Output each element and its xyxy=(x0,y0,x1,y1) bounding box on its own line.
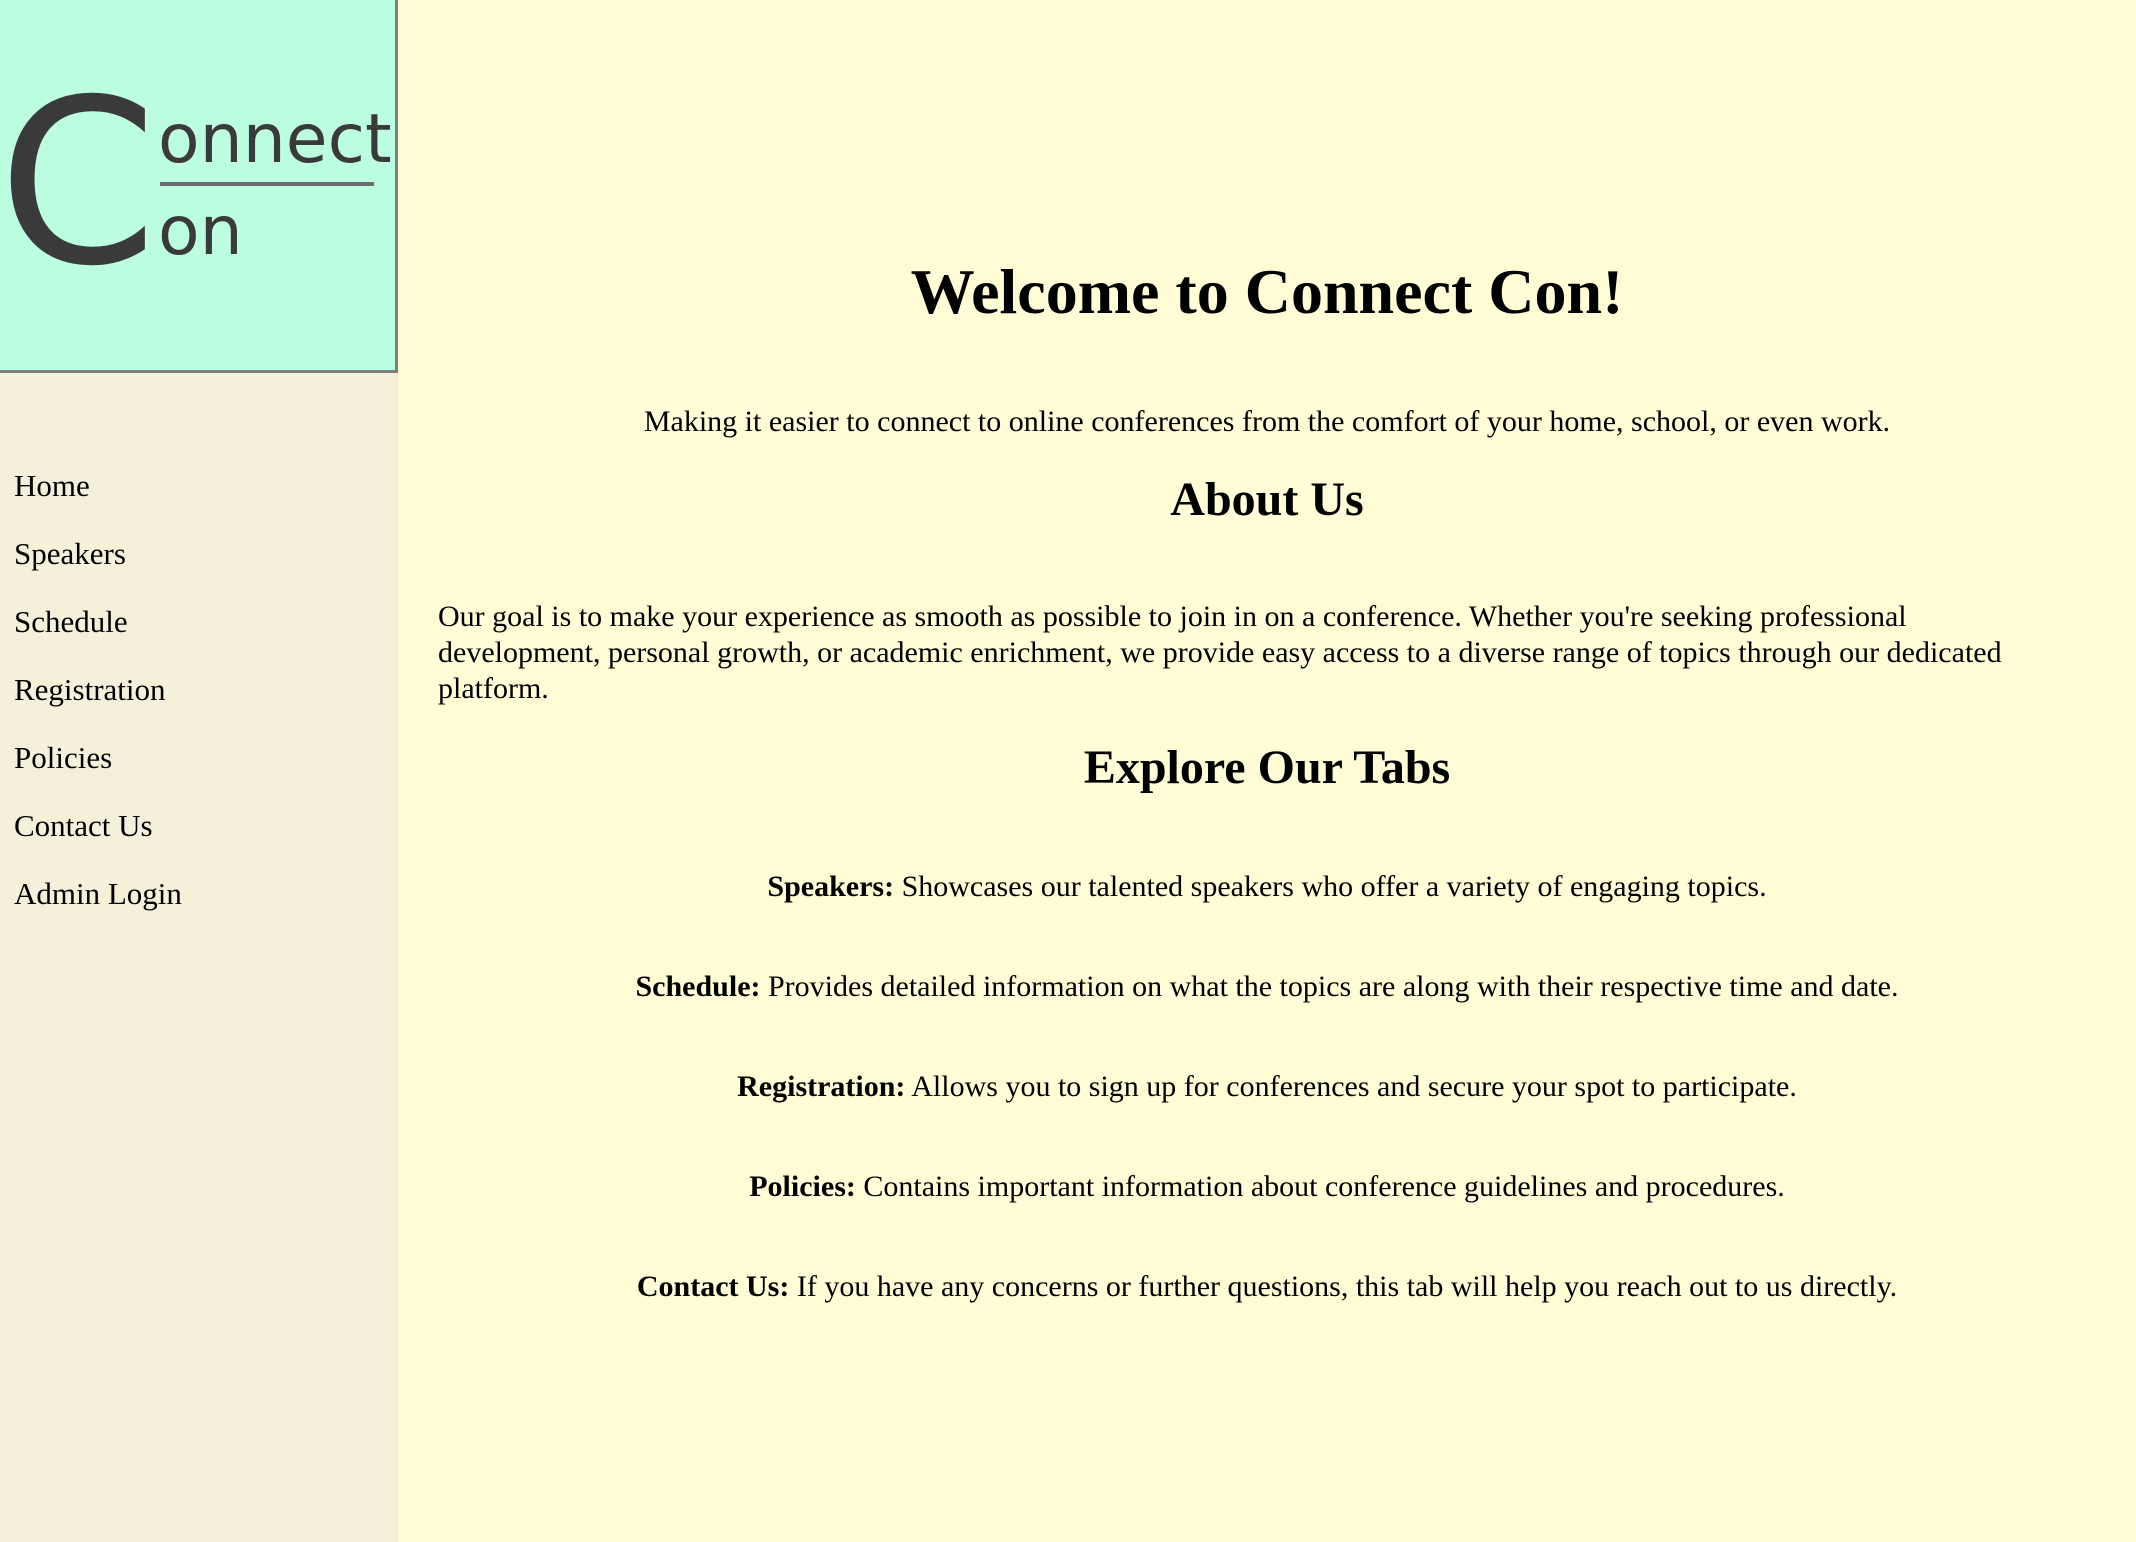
tagline: Making it easier to connect to online co… xyxy=(643,405,1891,438)
sidebar-item-schedule: Schedule xyxy=(14,602,182,670)
tab-desc: Provides detailed information on what th… xyxy=(760,970,1899,1003)
tab-description-schedule: Schedule: Provides detailed information … xyxy=(398,966,2136,1008)
nav-link-policies[interactable]: Policies xyxy=(14,740,112,775)
nav-link-schedule[interactable]: Schedule xyxy=(14,604,128,639)
sidebar-item-admin-login: Admin Login xyxy=(14,874,182,942)
nav-link-speakers[interactable]: Speakers xyxy=(14,536,126,571)
logo-top-text: onnect xyxy=(158,100,392,179)
about-us-heading: About Us xyxy=(1170,473,1364,526)
nav-link-admin-login[interactable]: Admin Login xyxy=(14,876,182,911)
tab-desc: Contains important information about con… xyxy=(855,1170,1785,1203)
tab-desc: Allows you to sign up for conferences an… xyxy=(905,1070,1797,1103)
tab-description-registration: Registration: Allows you to sign up for … xyxy=(398,1066,2136,1108)
logo-graphic: C onnect on xyxy=(0,50,392,316)
sidebar: C onnect on Home Speakers Schedule Regis… xyxy=(0,0,398,1542)
tab-name: Schedule: xyxy=(635,970,761,1003)
tab-name: Registration: xyxy=(737,1070,906,1103)
sidebar-item-contact-us: Contact Us xyxy=(14,806,182,874)
sidebar-item-home: Home xyxy=(14,466,182,534)
nav-link-contact-us[interactable]: Contact Us xyxy=(14,808,153,843)
tab-description-contact-us: Contact Us: If you have any concerns or … xyxy=(398,1266,2136,1308)
page: C onnect on Home Speakers Schedule Regis… xyxy=(0,0,2136,1542)
explore-tabs-heading: Explore Our Tabs xyxy=(1083,741,1451,794)
main-content: Welcome to Connect Con! Making it easier… xyxy=(398,0,2136,1542)
nav-link-registration[interactable]: Registration xyxy=(14,672,166,707)
tab-desc: If you have any concerns or further ques… xyxy=(789,1270,1898,1303)
sidebar-item-policies: Policies xyxy=(14,738,182,806)
tab-description-speakers: Speakers: Showcases our talented speaker… xyxy=(398,866,2136,908)
page-title: Welcome to Connect Con! xyxy=(910,256,1624,327)
connect-con-logo[interactable]: C onnect on xyxy=(0,0,398,373)
logo-bottom-text: on xyxy=(158,192,243,271)
tab-desc: Showcases our talented speakers who offe… xyxy=(894,870,1767,903)
tab-name: Contact Us: xyxy=(636,1270,790,1303)
nav-link-home[interactable]: Home xyxy=(14,468,90,503)
sidebar-item-registration: Registration xyxy=(14,670,182,738)
tab-name: Speakers: xyxy=(767,870,895,903)
about-us-text: Our goal is to make your experience as s… xyxy=(438,600,2002,705)
sidebar-item-speakers: Speakers xyxy=(14,534,182,602)
tab-name: Policies: xyxy=(749,1170,856,1203)
logo-big-letter: C xyxy=(0,50,157,316)
sidebar-nav: Home Speakers Schedule Registration Poli… xyxy=(14,466,182,942)
tab-description-policies: Policies: Contains important information… xyxy=(398,1166,2136,1208)
